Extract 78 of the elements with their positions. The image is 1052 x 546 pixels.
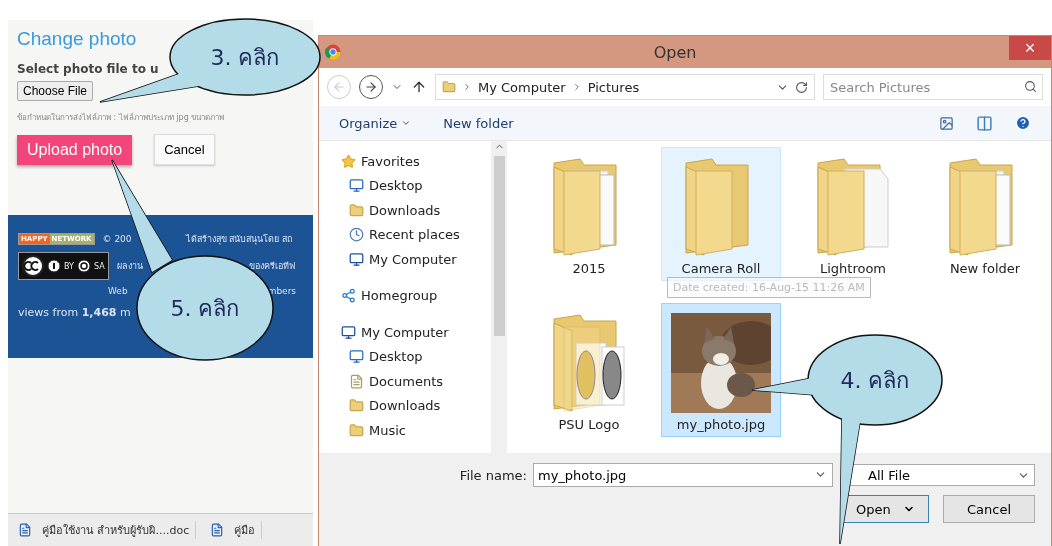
- cancel-button[interactable]: Cancel: [154, 134, 215, 165]
- document-icon: [18, 523, 32, 537]
- nav-item[interactable]: Favorites: [341, 149, 491, 174]
- callout-text: 5. คลิก: [170, 296, 240, 321]
- address-bar[interactable]: My Computer Pictures: [435, 74, 815, 100]
- page-heading: Change photo: [17, 28, 138, 50]
- nav-item[interactable]: Documents: [341, 369, 491, 394]
- callout-text: 4. คลิก: [840, 368, 910, 393]
- folder-icon: [550, 313, 628, 413]
- network-icon: [341, 288, 356, 304]
- hint-text: ข้อกำหนดในการส่งไฟล์ภาพ : ไฟล์ภาพประเภท jpg ขนาดภาพ: [17, 112, 226, 124]
- folder-icon: [349, 202, 364, 218]
- nav-item[interactable]: Desktop: [341, 344, 491, 369]
- license-label: SA: [93, 261, 105, 271]
- cc-icon: [22, 255, 44, 277]
- breadcrumb[interactable]: Pictures: [587, 79, 640, 95]
- document-icon: [349, 373, 364, 389]
- tooltip: Date created: 16-Aug-15 11:26 AM: [667, 277, 871, 298]
- new-folder-button[interactable]: New folder: [443, 115, 514, 131]
- nav-item[interactable]: Downloads: [341, 393, 491, 418]
- license-label: BY: [64, 261, 74, 271]
- organize-menu[interactable]: Organize: [339, 115, 412, 131]
- file-item[interactable]: New folder: [925, 147, 1045, 281]
- share-alike-icon: [76, 259, 91, 273]
- folder-icon: [442, 80, 456, 94]
- folder-icon: [814, 157, 892, 257]
- browser-logo: [325, 44, 341, 60]
- monitor-icon: [349, 251, 364, 267]
- choose-file-button[interactable]: Choose File: [17, 81, 94, 101]
- up-button-icon[interactable]: [411, 79, 427, 95]
- monitor-icon: [349, 178, 364, 194]
- file-name-label: File name:: [459, 467, 527, 483]
- nav-item[interactable]: Recent places: [341, 222, 491, 247]
- help-icon[interactable]: [1015, 115, 1031, 131]
- file-item[interactable]: PSU Logo: [529, 303, 649, 437]
- callout-text: 3. คลิก: [210, 45, 280, 70]
- file-item[interactable]: 2015: [529, 147, 649, 281]
- search-field[interactable]: Search Pictures: [823, 74, 1043, 100]
- nav-item[interactable]: Desktop: [341, 173, 491, 198]
- caret-icon: [401, 118, 412, 128]
- scrollbar[interactable]: [491, 141, 507, 453]
- pane-icon[interactable]: [976, 114, 993, 132]
- footer-text: ได้สร้างสุข สนับสนุนโดย สถ: [185, 233, 293, 246]
- clock-icon: [349, 227, 364, 243]
- search-icon: [1024, 80, 1037, 93]
- view-icon[interactable]: [939, 115, 954, 131]
- chevron-right-icon: [462, 82, 472, 92]
- views-text: views from 1,468 m: [18, 306, 131, 319]
- close-button[interactable]: ×: [1009, 36, 1051, 60]
- file-item[interactable]: Camera Roll: [661, 147, 781, 281]
- person-icon: [47, 259, 61, 273]
- nav-item[interactable]: Music: [341, 418, 491, 443]
- monitor-icon: [341, 324, 356, 340]
- nav-item[interactable]: Homegroup: [341, 283, 491, 308]
- folder-icon: [349, 398, 364, 414]
- folder-icon: [349, 422, 364, 438]
- footer-text: mbers: [267, 286, 297, 296]
- upload-button[interactable]: Upload photo: [17, 134, 133, 165]
- star-icon: [341, 153, 356, 169]
- footer-text: © 200: [102, 234, 132, 244]
- nav-item[interactable]: My Computer: [341, 247, 491, 272]
- open-button[interactable]: Open: [841, 495, 929, 523]
- dialog-title: Open: [652, 42, 698, 62]
- document-icon: [210, 523, 225, 537]
- nav-item[interactable]: My Computer: [341, 320, 491, 345]
- footer-text: ของครีเอทีฟ: [248, 260, 295, 273]
- refresh-icon[interactable]: [795, 80, 808, 94]
- cancel-button[interactable]: Cancel: [943, 495, 1035, 523]
- footer-text: ผลงาน: [116, 260, 143, 273]
- file-name-field[interactable]: my_photo.jpg: [533, 463, 833, 487]
- field-label: Select photo file to u: [17, 62, 160, 76]
- nav-item[interactable]: Downloads: [341, 198, 491, 223]
- monitor-icon: [349, 349, 364, 365]
- download-item[interactable]: คู่มือใช้งาน สำหรับผู้รับผิ....doc: [12, 521, 197, 539]
- breadcrumb[interactable]: My Computer: [478, 79, 566, 95]
- footer-text: Web: [108, 286, 128, 296]
- download-item[interactable]: คู่มือ: [204, 521, 263, 539]
- file-item[interactable]: my_photo.jpg: [661, 303, 781, 437]
